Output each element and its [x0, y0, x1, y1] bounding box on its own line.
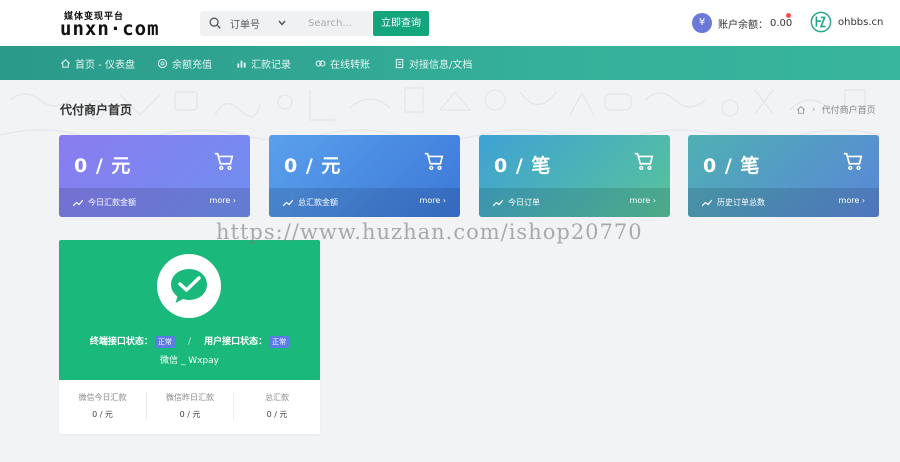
- cart-icon: [214, 152, 234, 171]
- more-link[interactable]: more ›: [630, 196, 656, 205]
- top-header: 媒体变现平台 unxn·com 订单号 立即查询 ¥ 账户余额： 0.00 oh…: [0, 0, 900, 46]
- wechat-pay-card: 终端接口状态： 正常 / 用户接口状态： 正常 微信 _ Wxpay 微信今日汇款 …: [59, 240, 320, 434]
- wechat-pay-stats: 微信今日汇款 0 / 元 微信昨日汇款 0 / 元 总汇款 0 / 元: [59, 380, 320, 434]
- breadcrumb-current: 代付商户首页: [821, 106, 876, 116]
- stat-label: 微信今日汇款: [78, 393, 127, 402]
- nav-item-online-transfer[interactable]: 在线转账: [315, 56, 370, 71]
- search-button[interactable]: 立即查询: [373, 11, 429, 36]
- nav-item-remittance-records[interactable]: 汇款记录: [236, 56, 291, 71]
- more-link[interactable]: more ›: [839, 196, 865, 205]
- cart-icon: [634, 152, 654, 171]
- cart-icon: [843, 152, 863, 171]
- stat-label: 总汇款: [265, 393, 289, 402]
- nav-item-label: 汇款记录: [251, 60, 291, 71]
- trend-up-icon: [283, 199, 293, 206]
- nav-item-dashboard[interactable]: 首页 - 仪表盘: [60, 56, 135, 71]
- site-logo[interactable]: 媒体变现平台 unxn·com: [60, 9, 190, 40]
- chevron-down-icon[interactable]: [278, 19, 286, 27]
- more-link[interactable]: more ›: [210, 196, 236, 205]
- cart-icon: [424, 152, 444, 171]
- stat-card-total-amount: 0 / 元 总汇款金额 more ›: [269, 135, 460, 217]
- account-balance[interactable]: ¥ 账户余额： 0.00: [692, 13, 792, 33]
- stat-wechat-today: 微信今日汇款 0 / 元: [59, 392, 146, 420]
- stat-wechat-yesterday: 微信昨日汇款 0 / 元: [146, 392, 233, 420]
- stat-label: 微信昨日汇款: [166, 393, 214, 402]
- watermark-url: https://www.huzhan.com/ishop20770: [216, 220, 643, 244]
- stat-card-today-orders: 0 / 笔 今日订单 more ›: [479, 135, 670, 217]
- interface-status-row: 终端接口状态： 正常 / 用户接口状态： 正常: [59, 334, 320, 348]
- page-title: 代付商户首页: [60, 103, 133, 117]
- stat-wechat-total: 总汇款 0 / 元: [233, 392, 320, 420]
- document-icon: [395, 58, 404, 69]
- partner-logo-icon: [810, 11, 832, 33]
- terminal-status-label: 终端接口状态：: [89, 337, 153, 347]
- trend-up-icon: [73, 199, 83, 206]
- stat-value: 0 / 笔: [494, 155, 552, 177]
- search-icon: [209, 17, 221, 29]
- stat-value: 0 / 笔: [703, 155, 761, 177]
- payment-method-name: 微信 _ Wxpay: [159, 356, 219, 366]
- wechat-logo: [157, 254, 221, 318]
- stat-value: 0 / 元: [74, 155, 132, 177]
- stat-card-total-orders: 0 / 笔 历史订单总数 more ›: [688, 135, 879, 217]
- stat-value: 0 / 元: [284, 155, 342, 177]
- terminal-status-badge: 正常: [154, 335, 175, 348]
- home-icon: [61, 59, 70, 68]
- stat-label: 总汇款金额: [298, 198, 338, 207]
- stat-value: 0 / 元: [179, 410, 201, 419]
- wechat-pay-header: 终端接口状态： 正常 / 用户接口状态： 正常 微信 _ Wxpay: [59, 240, 320, 380]
- stat-label: 历史订单总数: [717, 198, 765, 207]
- balance-value: 0.00: [770, 17, 793, 29]
- stat-label: 今日汇款金额: [88, 198, 136, 207]
- balance-label: 账户余额：: [718, 19, 768, 31]
- search-input[interactable]: [308, 14, 370, 33]
- user-status-badge: 正常: [269, 335, 290, 348]
- breadcrumb-separator: ›: [812, 104, 816, 115]
- stat-value: 0 / 元: [92, 410, 113, 419]
- recharge-icon: [157, 58, 168, 69]
- stat-card-today-amount: 0 / 元 今日汇款金额 more ›: [59, 135, 250, 217]
- search-type-select[interactable]: 订单号: [230, 16, 260, 31]
- more-link[interactable]: more ›: [420, 196, 446, 205]
- nav-item-recharge[interactable]: 余额充值: [157, 56, 212, 71]
- transfer-icon: [315, 60, 326, 67]
- yen-icon: ¥: [692, 13, 712, 33]
- trend-up-icon: [702, 199, 712, 206]
- breadcrumb: › 代付商户首页: [796, 103, 876, 116]
- main-nav: 首页 - 仪表盘 余额充值 汇款记录 在线转账 对接信息/文档: [0, 46, 900, 80]
- notification-dot: [786, 13, 791, 18]
- nav-item-label: 余额充值: [172, 60, 212, 71]
- nav-item-label: 首页 - 仪表盘: [75, 60, 135, 71]
- nav-item-label: 在线转账: [330, 60, 370, 71]
- wechat-icon: [171, 269, 207, 303]
- home-icon[interactable]: [796, 105, 806, 115]
- user-status-label: 用户接口状态：: [204, 337, 268, 347]
- search-box: 订单号: [200, 11, 372, 36]
- nav-item-docs[interactable]: 对接信息/文档: [394, 56, 472, 71]
- stat-value: 0 / 元: [266, 410, 288, 419]
- nav-item-label: 对接信息/文档: [409, 60, 473, 71]
- partner-brand-text: ohbbs.cn: [838, 16, 884, 28]
- stat-label: 今日订单: [508, 198, 540, 207]
- partner-brand[interactable]: ohbbs.cn: [810, 11, 883, 33]
- chart-icon: [237, 60, 246, 68]
- logo-title: unxn·com: [60, 18, 160, 40]
- status-separator: /: [187, 337, 192, 347]
- trend-up-icon: [493, 199, 503, 206]
